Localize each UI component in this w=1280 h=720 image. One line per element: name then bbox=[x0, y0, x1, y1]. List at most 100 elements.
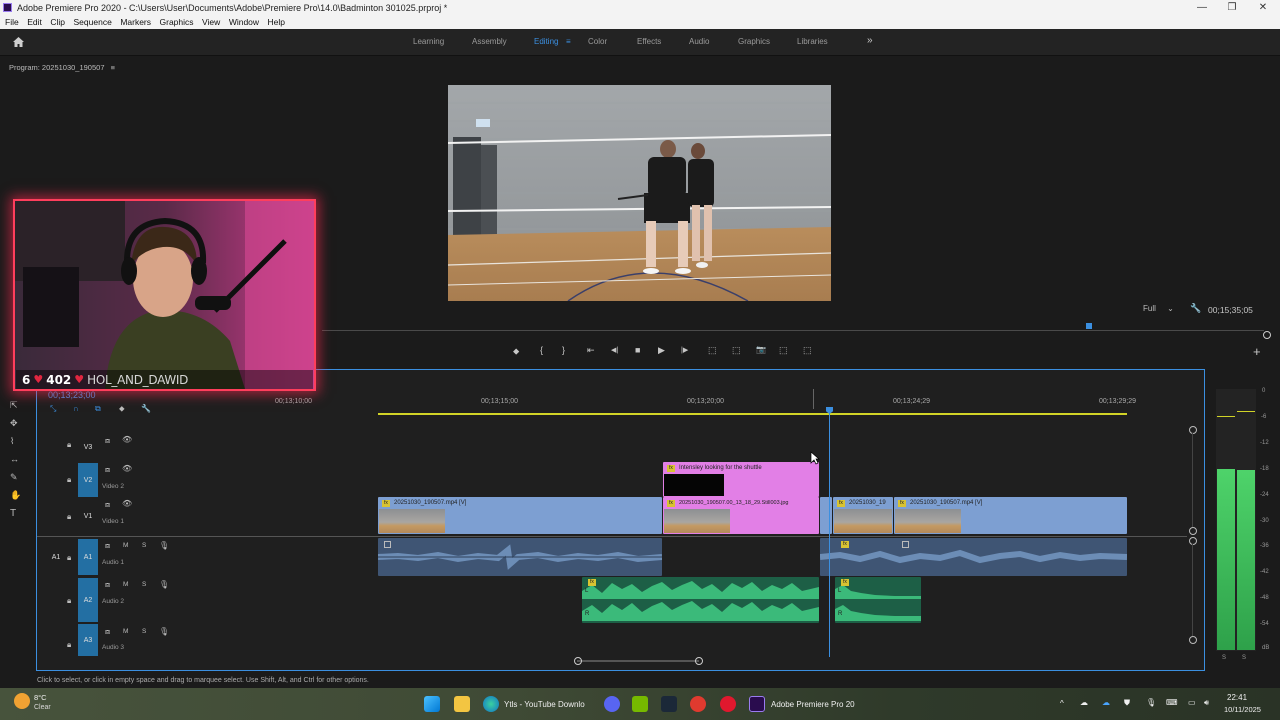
lock-icon[interactable]: 🔒︎ bbox=[67, 553, 71, 563]
multi-camera-icon[interactable]: ⬚ bbox=[803, 345, 812, 356]
tab-graphics[interactable]: Graphics bbox=[738, 37, 770, 46]
minimize-button[interactable]: — bbox=[1187, 0, 1217, 15]
onedrive-icon[interactable]: ☁ bbox=[1102, 698, 1110, 707]
weather-icon[interactable] bbox=[14, 693, 30, 709]
edge-icon[interactable] bbox=[483, 696, 499, 712]
volume-icon[interactable]: 🔊︎ bbox=[1204, 698, 1209, 708]
mark-in-button[interactable]: { bbox=[540, 345, 543, 355]
sync-lock-icon[interactable]: ⧈ bbox=[105, 500, 110, 510]
video-scrollbar[interactable] bbox=[1192, 433, 1193, 527]
youtube-music-icon[interactable] bbox=[720, 696, 736, 712]
menu-markers[interactable]: Markers bbox=[120, 17, 151, 27]
track-a2-target[interactable]: A2 bbox=[78, 578, 98, 622]
microphone-icon[interactable]: 🎙︎ bbox=[159, 541, 169, 550]
snap-icon[interactable]: ∩ bbox=[73, 404, 79, 413]
solo-button[interactable]: S bbox=[142, 581, 146, 588]
track-a3-target[interactable]: A3 bbox=[78, 624, 98, 656]
menu-clip[interactable]: Clip bbox=[50, 17, 65, 27]
tab-color[interactable]: Color bbox=[588, 37, 607, 46]
ripple-tool-icon[interactable]: ↔ bbox=[10, 454, 19, 464]
menu-window[interactable]: Window bbox=[229, 17, 259, 27]
mute-button[interactable]: M bbox=[123, 628, 128, 635]
lock-icon[interactable]: 🔒︎ bbox=[67, 512, 71, 522]
track-v2-target[interactable]: V2 bbox=[78, 463, 98, 497]
meter-solo-left[interactable]: S bbox=[1222, 655, 1226, 661]
tab-effects[interactable]: Effects bbox=[637, 37, 661, 46]
go-to-in-icon[interactable]: ⇤ bbox=[587, 345, 595, 356]
track-a1-target[interactable]: A1 bbox=[78, 539, 98, 575]
keyboard-icon[interactable]: ⌨ bbox=[1166, 698, 1178, 707]
clock-time[interactable]: 22:41 bbox=[1227, 693, 1247, 702]
start-icon[interactable] bbox=[424, 696, 440, 712]
menu-view[interactable]: View bbox=[202, 17, 220, 27]
file-explorer-icon[interactable] bbox=[454, 696, 470, 712]
export-frame-icon[interactable]: 📷 bbox=[756, 345, 766, 354]
solo-button[interactable]: S bbox=[142, 542, 146, 549]
timeline-settings-icon[interactable]: 🔧 bbox=[141, 404, 151, 413]
scroll-handle[interactable] bbox=[1189, 537, 1197, 545]
add-marker-icon[interactable]: ⬥ bbox=[513, 346, 519, 357]
comparison-view-icon[interactable]: ⬚ bbox=[779, 345, 788, 356]
sync-lock-icon[interactable]: ⧈ bbox=[105, 436, 110, 446]
mark-out-button[interactable]: } bbox=[562, 345, 565, 355]
close-button[interactable]: ✕ bbox=[1248, 0, 1278, 15]
sync-lock-icon[interactable]: ⧈ bbox=[105, 580, 110, 590]
video-clip[interactable]: fx 20251030_190507.mp4 [V] bbox=[894, 497, 1127, 534]
scroll-handle[interactable] bbox=[1189, 527, 1197, 535]
panel-menu-icon[interactable]: ≡ bbox=[111, 63, 115, 72]
home-icon[interactable] bbox=[12, 36, 25, 48]
sync-lock-icon[interactable]: ⧈ bbox=[105, 541, 110, 551]
lift-icon[interactable]: ⬚ bbox=[708, 345, 717, 356]
zoom-handle-right[interactable] bbox=[695, 657, 703, 665]
chevron-up-icon[interactable]: ^ bbox=[1060, 699, 1064, 708]
step-back-icon[interactable]: ◀| bbox=[611, 346, 618, 354]
linked-selection-icon[interactable]: ⧉ bbox=[95, 404, 101, 414]
zoom-handle-left[interactable] bbox=[574, 657, 582, 665]
tab-learning[interactable]: Learning bbox=[413, 37, 444, 46]
audio-clip[interactable]: fx bbox=[820, 538, 1127, 576]
tab-libraries[interactable]: Libraries bbox=[797, 37, 828, 46]
eye-icon[interactable]: 👁︎ bbox=[122, 499, 132, 508]
scroll-handle[interactable] bbox=[1189, 426, 1197, 434]
program-monitor-title[interactable]: Program: 20251030_190507 ≡ bbox=[9, 63, 115, 72]
menu-help[interactable]: Help bbox=[268, 17, 285, 27]
add-button[interactable]: + bbox=[1253, 344, 1261, 359]
maximize-button[interactable]: ❐ bbox=[1217, 0, 1247, 15]
meter-solo-right[interactable]: S bbox=[1242, 655, 1246, 661]
mute-button[interactable]: M bbox=[123, 581, 128, 588]
microphone-icon[interactable]: 🎙︎ bbox=[1146, 698, 1156, 707]
menu-edit[interactable]: Edit bbox=[27, 17, 42, 27]
type-tool-icon[interactable]: T bbox=[10, 508, 16, 519]
eye-icon[interactable]: 👁︎ bbox=[122, 435, 132, 444]
program-video-frame[interactable] bbox=[448, 85, 831, 301]
taskbar-app-ytls[interactable]: Ytls - YouTube Downlo bbox=[504, 700, 585, 709]
lock-icon[interactable]: 🔒︎ bbox=[67, 596, 71, 606]
audio-scrollbar[interactable] bbox=[1192, 544, 1193, 636]
program-playhead[interactable] bbox=[1086, 323, 1092, 329]
music-audio-clip[interactable]: fx L R bbox=[835, 577, 921, 623]
eye-icon[interactable]: 👁︎ bbox=[122, 464, 132, 473]
more-workspaces-icon[interactable]: » bbox=[867, 35, 873, 46]
still-image-clip[interactable]: fx 20251030_190507.00_13_18_29.Still003.… bbox=[663, 497, 819, 534]
sync-lock-icon[interactable]: ⧈ bbox=[105, 465, 110, 475]
track-v1-target[interactable]: V1 bbox=[78, 499, 98, 533]
nvidia-icon[interactable] bbox=[632, 696, 648, 712]
stop-icon[interactable]: ■ bbox=[635, 345, 640, 355]
menu-sequence[interactable]: Sequence bbox=[74, 17, 112, 27]
video-audio-divider[interactable] bbox=[37, 536, 1187, 537]
resolution-select[interactable]: Full ⌄ bbox=[1143, 304, 1174, 313]
lock-icon[interactable]: 🔒︎ bbox=[67, 440, 71, 450]
tab-assembly[interactable]: Assembly bbox=[472, 37, 507, 46]
lock-icon[interactable]: 🔒︎ bbox=[67, 640, 71, 650]
taskbar-app-premiere[interactable]: Adobe Premiere Pro 20 bbox=[771, 700, 855, 709]
editing-menu-icon[interactable]: ≡ bbox=[566, 37, 571, 46]
insert-nest-icon[interactable]: ⤡ bbox=[50, 404, 56, 414]
timeline-timecode[interactable]: 00;13;23;00 bbox=[48, 390, 96, 400]
wrench-icon[interactable]: 🔧 bbox=[1190, 303, 1201, 314]
play-icon[interactable]: ▶ bbox=[658, 345, 665, 356]
scroll-handle[interactable] bbox=[1189, 636, 1197, 644]
timeline-marker-icon[interactable]: ⬥ bbox=[119, 404, 125, 414]
discord-icon[interactable] bbox=[604, 696, 620, 712]
program-scrub-bar[interactable] bbox=[322, 330, 1264, 331]
microphone-icon[interactable]: 🎙︎ bbox=[159, 580, 169, 589]
